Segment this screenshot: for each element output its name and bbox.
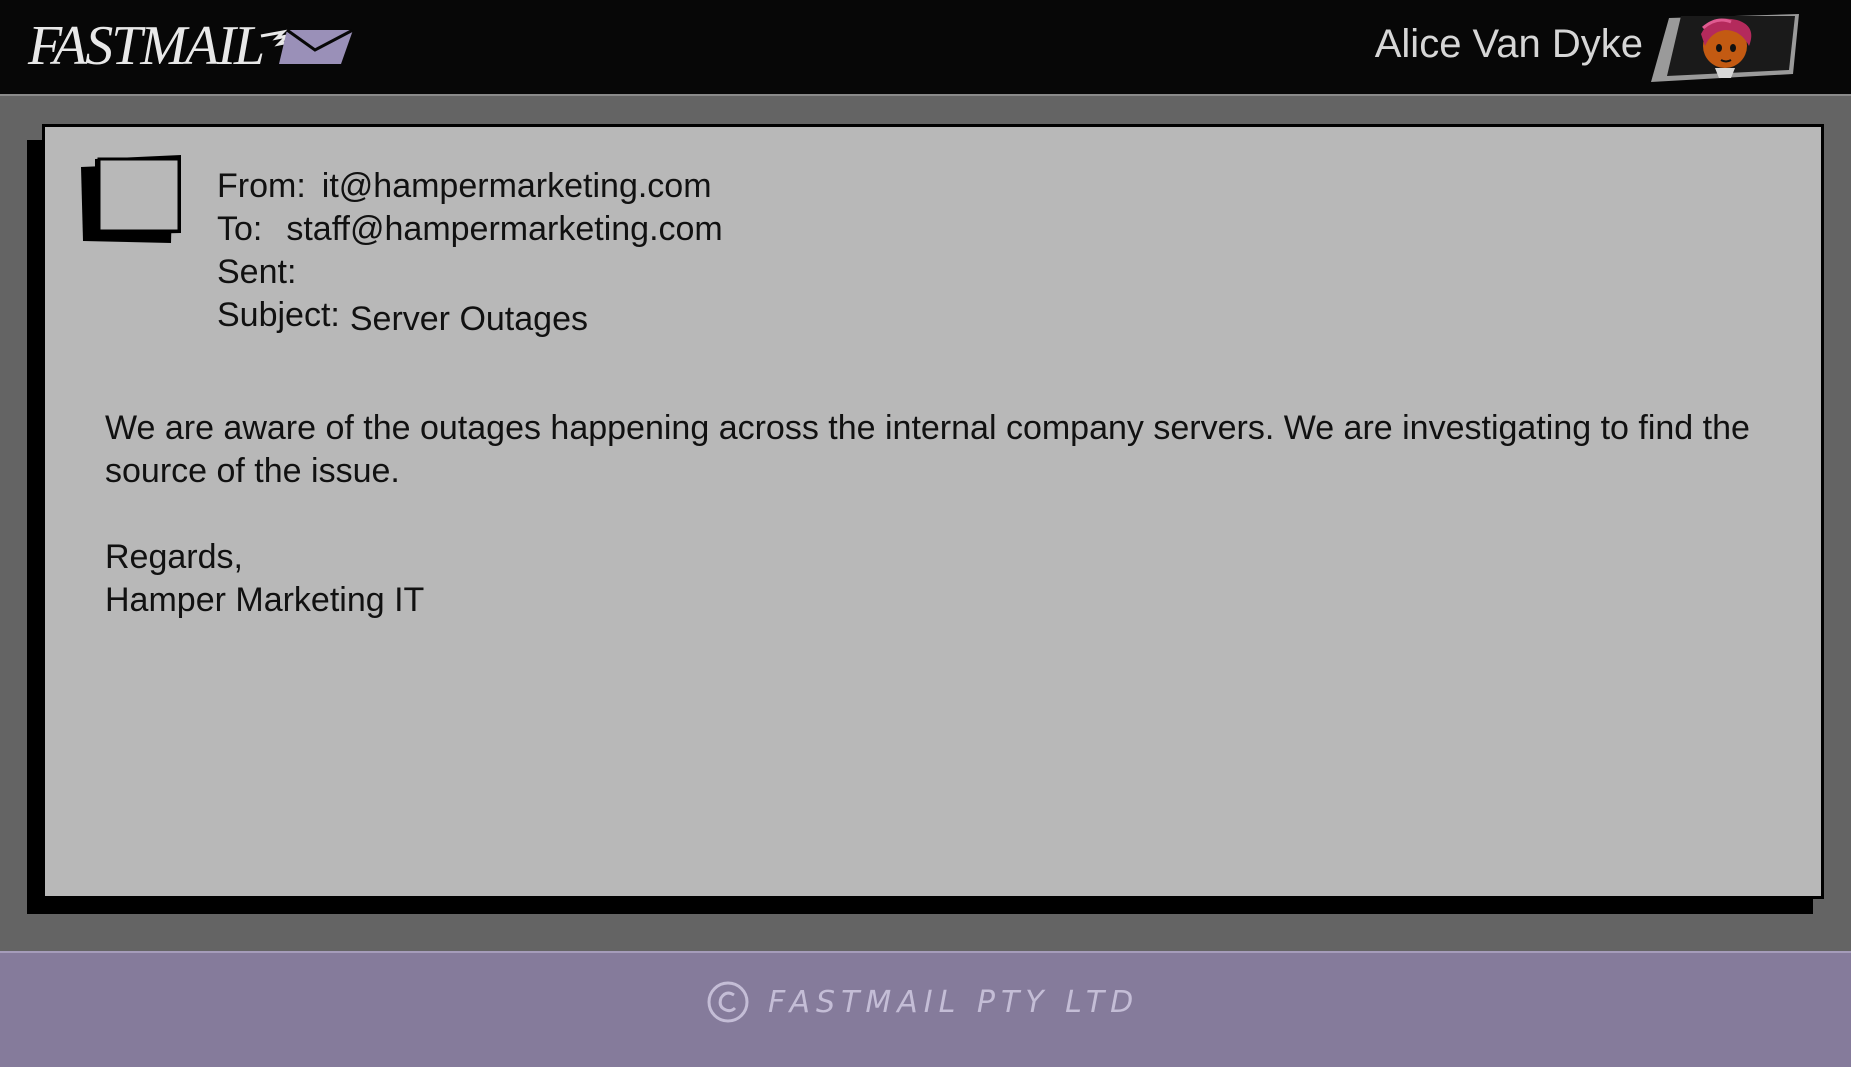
envelope-icon [257,22,357,70]
email-panel: From: it@hampermarketing.com To: staff@h… [42,124,1824,899]
subject-value: Server Outages [349,300,588,338]
from-row: From: it@hampermarketing.com [217,165,723,208]
from-address[interactable]: it@hampermarketing.com [322,165,712,208]
subject-row: Subject: Server Outages [217,294,723,338]
sender-avatar-icon [81,153,191,245]
copyright-text: FASTMAIL PTY LTD [768,984,1140,1020]
email-header: From: it@hampermarketing.com To: staff@h… [217,165,723,338]
email-closing: Regards, [105,538,243,576]
to-address[interactable]: staff@hampermarketing.com [286,208,722,251]
top-bar: FASTMAIL Alice Van Dyke [0,0,1851,96]
footer-copyright: FASTMAIL PTY LTD [706,980,1139,1024]
email-body-text: We are aware of the outages happening ac… [105,409,1750,490]
to-row: To: staff@hampermarketing.com [217,208,723,251]
avatar[interactable] [1645,12,1801,86]
to-label: To: [217,210,263,248]
email-signature: Hamper Marketing IT [105,581,425,619]
sent-label: Sent: [217,253,297,291]
logo-text: FASTMAIL [28,15,265,77]
fastmail-app: FASTMAIL Alice Van Dyke From: it@hamperm… [0,0,1851,1067]
copyright-icon [706,980,750,1024]
subject-label: Subject: [217,296,340,334]
email-signoff: Regards, Hamper Marketing IT [105,536,1805,622]
sent-row: Sent: [217,251,723,294]
from-label: From: [217,167,306,205]
fastmail-logo[interactable]: FASTMAIL [28,18,357,74]
user-name[interactable]: Alice Van Dyke [1375,22,1643,66]
email-body: We are aware of the outages happening ac… [105,407,1805,622]
